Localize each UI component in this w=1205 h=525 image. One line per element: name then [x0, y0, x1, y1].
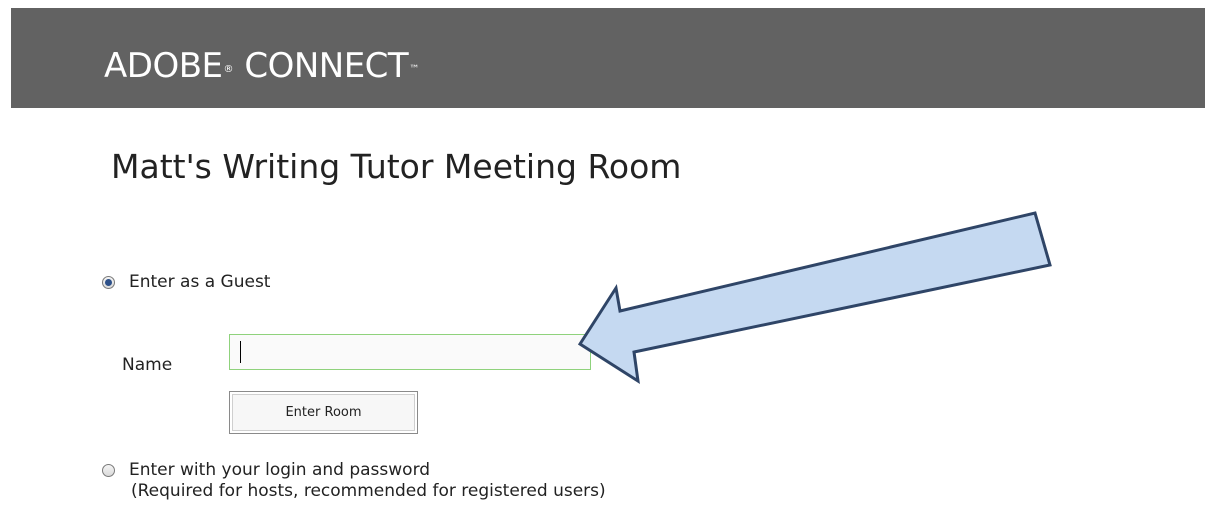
login-option[interactable]: Enter with your login and password (Requ… — [102, 460, 606, 502]
logo-connect: CONNECT — [234, 46, 409, 86]
login-option-sublabel: (Required for hosts, recommended for reg… — [131, 481, 606, 501]
login-option-label: Enter with your login and password — [129, 460, 431, 480]
name-input[interactable] — [229, 334, 591, 370]
guest-option[interactable]: Enter as a Guest — [102, 272, 270, 293]
guest-option-label: Enter as a Guest — [129, 272, 271, 292]
login-option-text: Enter with your login and password (Requ… — [129, 460, 606, 502]
page: ADOBE® CONNECT™ Matt's Writing Tutor Mee… — [0, 0, 1205, 525]
arrow-shape — [577, 211, 1052, 385]
enter-room-button[interactable]: Enter Room — [229, 391, 418, 434]
text-cursor — [240, 341, 241, 363]
trademark-mark: ™ — [409, 64, 419, 75]
registered-mark: ® — [223, 64, 234, 75]
login-radio[interactable] — [102, 464, 115, 477]
page-title: Matt's Writing Tutor Meeting Room — [111, 147, 682, 186]
logo-adobe: ADOBE — [104, 46, 223, 86]
adobe-connect-logo: ADOBE® CONNECT™ — [104, 46, 420, 86]
guest-radio[interactable] — [102, 276, 115, 289]
name-label: Name — [122, 355, 173, 375]
